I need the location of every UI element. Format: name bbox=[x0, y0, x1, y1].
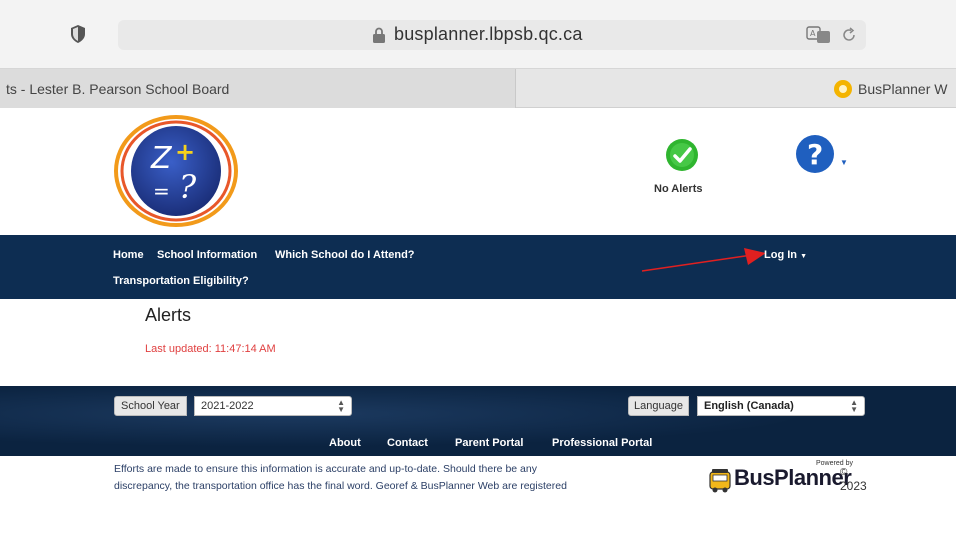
school-bus-icon bbox=[709, 469, 731, 493]
disclaimer-line: Efforts are made to ensure this informat… bbox=[114, 463, 537, 475]
url-text[interactable]: busplanner.lbpsb.qc.ca bbox=[394, 24, 583, 45]
last-updated-time: 11:47:14 AM bbox=[214, 343, 276, 355]
copyright-year: 2023 bbox=[840, 479, 867, 493]
footer-link-contact[interactable]: Contact bbox=[387, 437, 428, 449]
footer-link-professional-portal[interactable]: Professional Portal bbox=[552, 437, 652, 449]
nav-transportation-eligibility[interactable]: Transportation Eligibility? bbox=[113, 275, 249, 287]
footer-link-parent-portal[interactable]: Parent Portal bbox=[455, 437, 523, 449]
tab-lbpsb[interactable]: ts - Lester B. Pearson School Board bbox=[0, 69, 516, 109]
alerts-status[interactable]: No Alerts bbox=[654, 183, 703, 195]
svg-text:?: ? bbox=[179, 168, 197, 206]
svg-text:+: + bbox=[175, 138, 195, 166]
language-value: English (Canada) bbox=[704, 400, 794, 412]
powered-by: Powered by bbox=[816, 460, 853, 467]
select-arrows-icon: ▲ ▼ bbox=[337, 398, 345, 414]
page-title: Alerts bbox=[145, 305, 192, 325]
select-arrows-icon: ▲ ▼ bbox=[850, 398, 858, 414]
language-label: Language bbox=[628, 396, 689, 416]
reload-icon[interactable] bbox=[840, 26, 858, 44]
caret-down-icon: ▼ bbox=[800, 253, 807, 260]
nav-which-school[interactable]: Which School do I Attend? bbox=[275, 249, 415, 261]
svg-text:A: A bbox=[810, 29, 816, 38]
site-header: Z + = ? No Alerts ? ▼ bbox=[0, 108, 956, 235]
login-label: Log In bbox=[764, 249, 797, 261]
svg-text:?: ? bbox=[807, 138, 823, 171]
site-logo[interactable]: Z + = ? bbox=[113, 114, 239, 228]
language-select[interactable]: English (Canada) ▲ ▼ bbox=[697, 396, 865, 416]
busplanner-favicon-icon bbox=[834, 80, 852, 98]
disclaimer-line: discrepancy, the transportation office h… bbox=[114, 480, 567, 492]
brand-name: BusPlanner bbox=[734, 465, 852, 490]
annotation-arrow bbox=[641, 248, 766, 272]
browser-toolbar: busplanner.lbpsb.qc.ca A bbox=[0, 0, 956, 68]
page: busplanner.lbpsb.qc.ca A ts - Lester B. … bbox=[0, 0, 956, 536]
school-year-select[interactable]: 2021-2022 ▲ ▼ bbox=[194, 396, 352, 416]
school-year-value: 2021-2022 bbox=[201, 400, 254, 412]
last-updated-label: Last updated: bbox=[145, 343, 212, 355]
school-year-label: School Year bbox=[114, 396, 187, 416]
translate-icon[interactable]: A bbox=[806, 26, 832, 44]
copyright-symbol: © bbox=[840, 467, 848, 478]
disclaimer-text: Efforts are made to ensure this informat… bbox=[114, 461, 694, 495]
main-nav: Home School Information Which School do … bbox=[0, 235, 956, 299]
login-dropdown[interactable]: Log In ▼ bbox=[764, 249, 807, 261]
chevron-down-icon[interactable]: ▼ bbox=[840, 158, 848, 167]
nav-home[interactable]: Home bbox=[113, 249, 144, 261]
svg-text:=: = bbox=[153, 179, 170, 203]
lock-icon bbox=[373, 27, 385, 43]
footer-link-about[interactable]: About bbox=[329, 437, 361, 449]
help-icon[interactable]: ? bbox=[795, 134, 835, 174]
tab-title: ts - Lester B. Pearson School Board bbox=[6, 81, 230, 97]
nav-school-information[interactable]: School Information bbox=[157, 249, 257, 261]
tab-strip: ts - Lester B. Pearson School Board BusP… bbox=[0, 68, 956, 109]
site-footer: School Year 2021-2022 ▲ ▼ Language Englis… bbox=[0, 386, 956, 456]
busplanner-logo[interactable]: BusPlanner Powered by © 2023 bbox=[708, 460, 867, 498]
svg-text:Z: Z bbox=[150, 141, 173, 176]
shield-icon[interactable] bbox=[70, 24, 86, 44]
check-circle-icon[interactable] bbox=[665, 138, 699, 172]
tab-busplanner[interactable]: BusPlanner W bbox=[858, 81, 947, 97]
last-updated: Last updated: 11:47:14 AM bbox=[145, 343, 276, 355]
